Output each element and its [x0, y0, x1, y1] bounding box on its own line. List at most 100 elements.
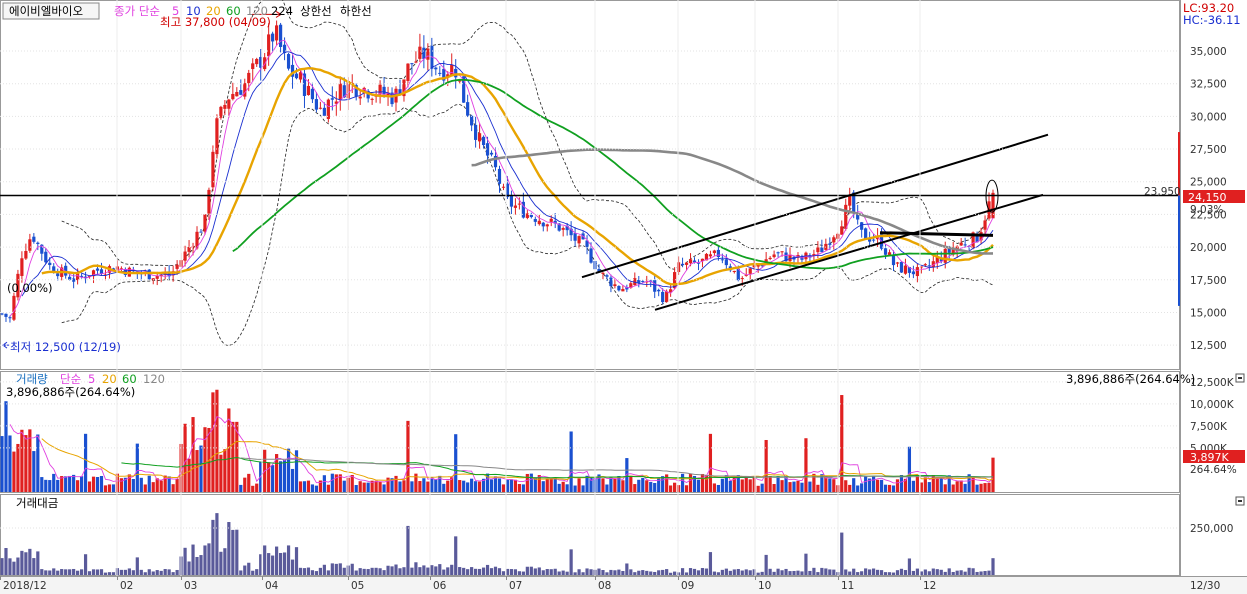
amount-bar [796, 570, 800, 575]
volume-bar [951, 484, 955, 492]
volume-bar [290, 468, 295, 492]
candle-body [927, 265, 931, 267]
candle-body [720, 259, 724, 261]
volume-bar [669, 485, 673, 492]
volume-tick-label: 12,500K [1190, 377, 1235, 389]
amount-bar [764, 554, 768, 575]
volume-bar [215, 389, 219, 492]
candle-body [247, 72, 251, 84]
volume-bar [585, 475, 589, 492]
amount-bar [828, 569, 832, 575]
x-end-label: 12/30 [1190, 580, 1220, 592]
volume-bar [852, 478, 856, 492]
volume-panel[interactable] [0, 371, 1180, 493]
amount-bar [147, 569, 151, 575]
candle-body [32, 236, 36, 242]
amount-bar [736, 569, 740, 575]
amount-bar [143, 572, 147, 575]
candle-body [732, 270, 736, 273]
volume-bar [601, 478, 605, 492]
volume-bar [446, 480, 450, 492]
amount-bar [302, 568, 307, 575]
volume-bar [68, 475, 72, 492]
vol-ma-20[interactable]: 20 [102, 372, 117, 386]
candle-body [573, 233, 577, 241]
amount-bar [28, 548, 32, 575]
candle-body [4, 313, 8, 317]
amount-bar [386, 565, 390, 575]
candle-body [832, 237, 836, 243]
ma-224-label[interactable]: 224 [271, 4, 293, 18]
amount-bar [139, 569, 143, 575]
vol-ma-5[interactable]: 5 [88, 372, 95, 386]
candle-body [561, 228, 565, 230]
candle-body [776, 252, 780, 254]
amount-bar [549, 569, 553, 575]
price-tick-label: 15,000 [1190, 307, 1227, 319]
volume-bar [87, 481, 92, 492]
candle-body [175, 264, 179, 269]
volume-bar [195, 450, 199, 492]
volume-bar [426, 481, 430, 492]
volume-bar [36, 434, 40, 492]
volume-bar [927, 482, 931, 492]
amount-bar [688, 568, 693, 575]
volume-bar [577, 478, 581, 492]
amount-bar [60, 569, 64, 575]
amount-panel[interactable] [0, 494, 1180, 576]
amount-bar [12, 561, 16, 575]
amount-bar [975, 571, 979, 575]
amount-bar [470, 567, 474, 575]
volume-bar [804, 438, 808, 492]
candle-body [828, 243, 832, 245]
volume-bar [40, 477, 44, 492]
price-tick-label: 30,000 [1190, 111, 1227, 123]
volume-bar [963, 483, 967, 492]
candle-body [712, 250, 717, 254]
volume-bar [573, 485, 577, 492]
candle-body [44, 251, 48, 263]
candle-body [577, 236, 581, 244]
chart-canvas[interactable]: 35,00032,50030,00027,50025,00022,50020,0… [0, 0, 1247, 594]
candle-body [474, 124, 478, 140]
candle-body [529, 214, 533, 218]
volume-bar [720, 478, 724, 492]
volume-pill-value: 3,897K [1190, 451, 1229, 464]
price-panel[interactable] [0, 0, 1180, 370]
amount-bar [271, 555, 275, 575]
candle-body [12, 295, 16, 320]
amount-bar [450, 564, 454, 575]
amount-bar [637, 570, 641, 575]
amount-bar [856, 572, 860, 575]
upper-line-label[interactable]: 상한선 [300, 4, 332, 18]
amount-bar [951, 571, 955, 575]
vol-ma-120[interactable]: 120 [143, 372, 165, 386]
amount-bar [848, 571, 852, 575]
volume-bar [0, 436, 4, 492]
volume-bar [4, 401, 8, 492]
volume-bar [267, 462, 271, 492]
lower-line-label[interactable]: 하한선 [340, 4, 372, 18]
volume-bar [645, 480, 649, 492]
amount-bar [728, 570, 732, 575]
amount-bar [83, 554, 88, 575]
amount-bar [517, 571, 521, 575]
candle-body [338, 83, 342, 100]
volume-bar [199, 445, 203, 492]
amount-bar [879, 570, 884, 575]
amount-bar [36, 551, 40, 575]
amount-bar [605, 572, 609, 575]
volume-bar [513, 479, 518, 492]
volume-bar [748, 479, 752, 492]
vol-ma-60[interactable]: 60 [122, 372, 137, 386]
amount-bar [501, 571, 506, 575]
volume-bar [163, 475, 167, 492]
stock-chart[interactable]: 35,000 32,500 30,000 27,500 25,000 22,500 20,0… [0, 0, 1247, 594]
hc-indicator: HC:-36.11 [1183, 13, 1241, 27]
candle-body [294, 73, 299, 79]
volume-bar [971, 476, 975, 492]
high-annotation: 최고 37,800 (04/09) [160, 15, 271, 29]
volume-bar [374, 480, 378, 492]
amount-bar [724, 568, 728, 575]
volume-bar [661, 476, 665, 492]
